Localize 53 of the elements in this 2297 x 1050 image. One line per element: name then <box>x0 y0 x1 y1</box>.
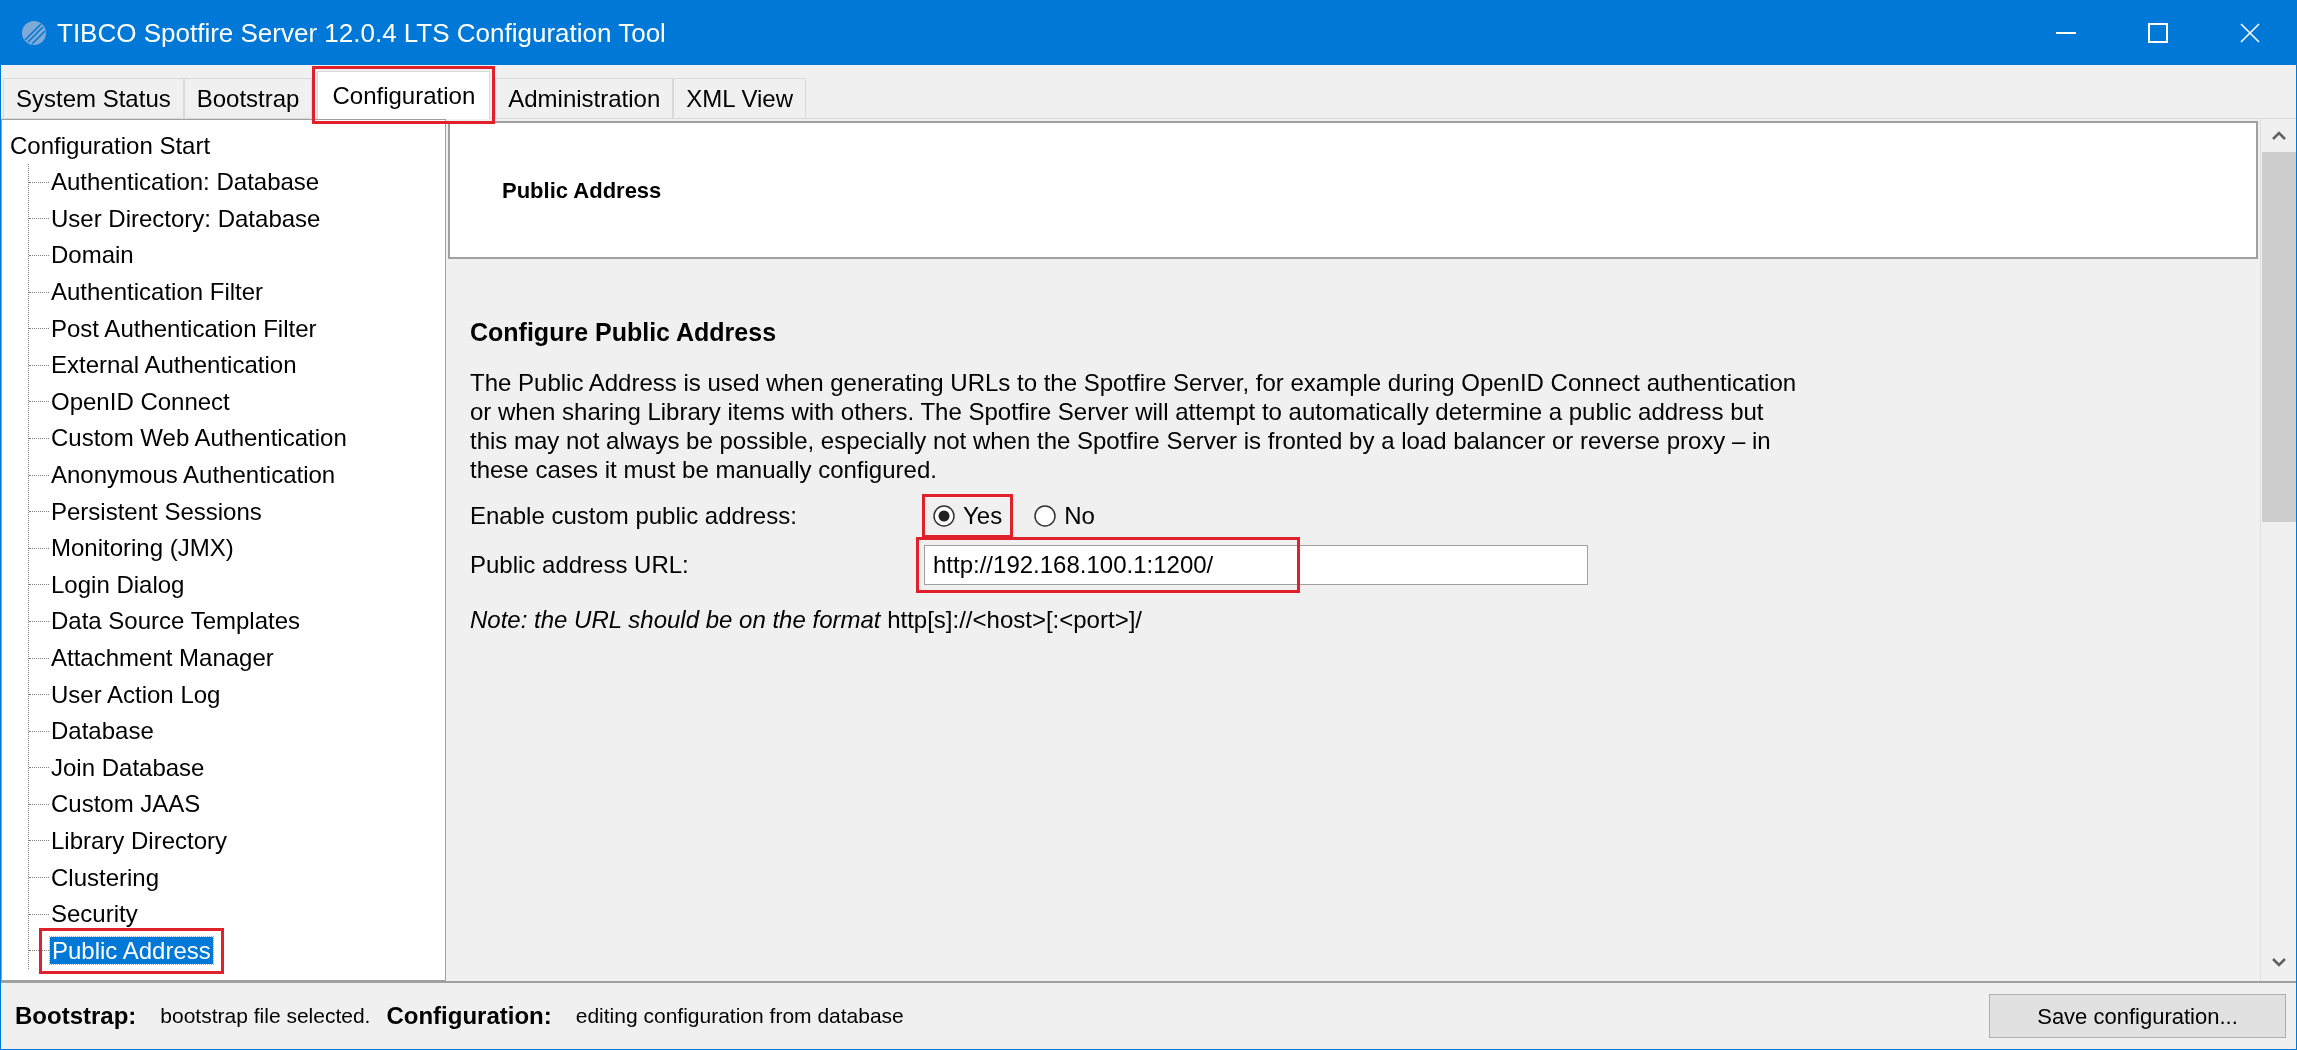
minimize-icon <box>2056 32 2076 34</box>
tab[interactable]: System Status <box>3 78 184 118</box>
tree-item[interactable]: Persistent Sessions <box>49 493 264 530</box>
tree-item[interactable]: OpenID Connect <box>49 383 232 420</box>
tree-item[interactable]: Clustering <box>49 859 162 896</box>
tree-item[interactable]: Data Source Templates <box>49 603 303 640</box>
tree-item[interactable]: Attachment Manager <box>49 640 276 676</box>
tree-item[interactable]: Join Database <box>49 749 207 786</box>
panel-header-title: Public Address <box>502 176 662 205</box>
tree-root-item[interactable]: Configuration Start <box>10 128 211 164</box>
format-note: Note: the URL should be on the format http[s]://<host>[:<port>]/ <box>470 604 1143 635</box>
status-label: Bootstrap: <box>15 1001 137 1031</box>
tab[interactable]: Bootstrap <box>183 78 313 118</box>
status-label: Configuration: <box>386 1001 552 1031</box>
maximize-icon <box>2148 23 2168 43</box>
tree-item[interactable]: Monitoring (JMX) <box>49 530 236 567</box>
radio-option[interactable]: No <box>1023 493 1106 538</box>
save-configuration-button[interactable]: Save configuration... <box>1989 994 2286 1038</box>
tree-item[interactable]: Library Directory <box>49 823 230 859</box>
tab[interactable]: Configuration <box>317 71 491 119</box>
tree-item[interactable]: Custom JAAS <box>49 786 203 823</box>
app-logo-icon <box>21 20 47 46</box>
tree-item[interactable]: User Action Log <box>49 676 223 713</box>
radio-option[interactable]: Yes <box>922 493 1014 538</box>
tree-item[interactable]: Anonymous Authentication <box>49 457 338 494</box>
window-title: TIBCO Spotfire Server 12.0.4 LTS Configuration Tool <box>57 16 666 50</box>
tree-item[interactable]: Security <box>49 896 140 933</box>
field-label: Public address URL: <box>470 549 690 580</box>
description-text: The Public Address is used when generating URLs to the Spotfire Server, for example during OpenID Connect authentication or when sharing Library items with others. The Spotfire Server will attempt to automatically determine a public address but this may not always be possible, especially not when the Spotfire Server is fronted by a load balancer or reverse proxy – in these cases it must be manually configured. <box>470 367 1798 484</box>
scroll-down-icon[interactable] <box>2271 958 2286 967</box>
tree-item[interactable]: Custom Web Authentication <box>49 420 349 457</box>
url-input-field[interactable]: http://192.168.100.1:1200/ <box>924 544 1588 585</box>
tree-item[interactable]: User Directory: Database <box>49 200 323 237</box>
field-label: Enable custom public address: <box>470 500 798 531</box>
close-icon <box>2240 23 2260 43</box>
radio-checked-icon[interactable] <box>933 504 955 527</box>
tree-item[interactable]: Login Dialog <box>49 566 187 603</box>
scroll-up-icon[interactable] <box>2271 131 2286 140</box>
status-text: editing configuration from database <box>575 1003 904 1030</box>
tree-item[interactable]: Post Authentication Filter <box>49 310 319 347</box>
scrollbar-thumb[interactable] <box>2261 152 2296 522</box>
tab[interactable]: Administration <box>495 78 674 118</box>
tab[interactable]: XML View <box>673 78 806 118</box>
scrollbar[interactable] <box>2260 119 2296 981</box>
tree-item[interactable]: Public Address <box>50 936 213 964</box>
status-text: bootstrap file selected. <box>160 1003 371 1030</box>
tree-item[interactable]: Database <box>49 713 156 750</box>
tree-item[interactable]: Authentication Filter <box>49 274 266 311</box>
tree-item[interactable]: External Authentication <box>49 347 299 384</box>
radio-icon[interactable] <box>1034 504 1057 527</box>
section-heading: Configure Public Address <box>470 317 778 348</box>
tree-item[interactable]: Authentication: Database <box>49 164 322 201</box>
tree-item[interactable]: Domain <box>49 237 136 274</box>
